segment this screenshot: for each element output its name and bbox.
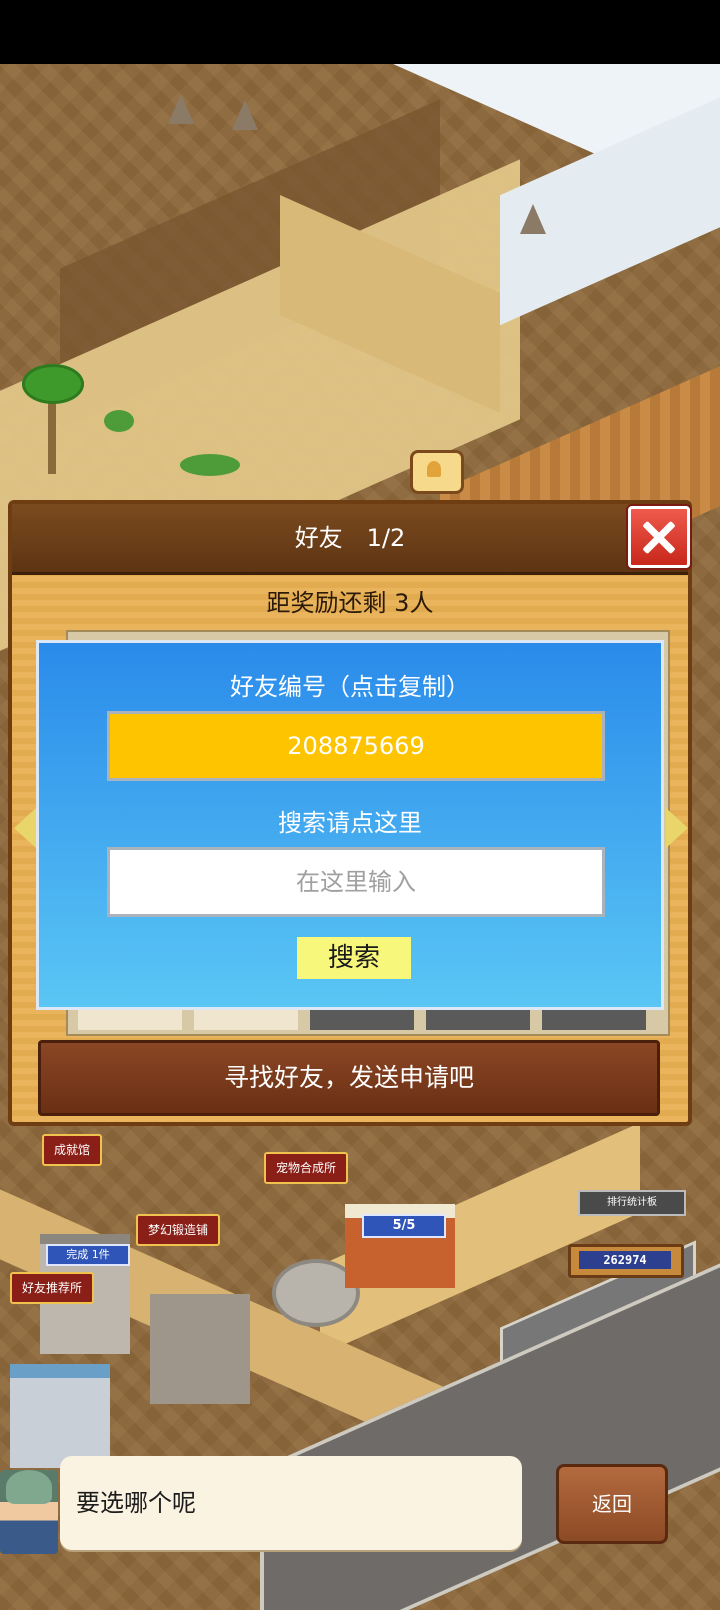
friend-slot[interactable]: [426, 1008, 530, 1030]
dream-forge-building[interactable]: [150, 1294, 250, 1404]
dream-forge-sign[interactable]: 梦幻锻造铺: [136, 1214, 221, 1246]
dialog-text: 要选哪个呢: [76, 1489, 196, 1517]
friend-id-box[interactable]: 208875669: [107, 711, 605, 781]
reward-remaining-text: 距奖励还剩 3人: [266, 589, 434, 617]
back-button[interactable]: 返回: [556, 1464, 668, 1544]
friend-recommend-sign[interactable]: 好友推荐所: [10, 1272, 95, 1304]
guide-character-avatar: [0, 1470, 58, 1554]
complete-badge: 完成 1件: [46, 1244, 130, 1266]
rock-icon: [232, 100, 258, 130]
find-friends-button[interactable]: 寻找好友，发送申请吧: [38, 1040, 660, 1116]
achievement-hall-sign[interactable]: 成就馆: [42, 1134, 103, 1166]
score-value: 262974: [579, 1251, 671, 1269]
status-bar: [0, 0, 720, 64]
friend-search-input[interactable]: [107, 847, 605, 917]
search-button[interactable]: 搜索: [297, 937, 411, 979]
ranking-board-sign[interactable]: 排行统计板: [578, 1190, 686, 1216]
dialog-bubble: 要选哪个呢: [60, 1456, 522, 1550]
visitor-thought-icon[interactable]: [410, 450, 464, 494]
rock-icon: [168, 94, 194, 124]
friend-slot[interactable]: [78, 1008, 182, 1030]
panel-header: 好友 1/2: [12, 504, 690, 575]
close-icon[interactable]: [628, 506, 690, 568]
friend-slot[interactable]: [194, 1008, 298, 1030]
bush-icon: [180, 454, 240, 476]
search-label: 搜索请点这里: [278, 809, 422, 837]
next-page-arrow-icon[interactable]: [666, 808, 688, 848]
friend-slot[interactable]: [310, 1008, 414, 1030]
friend-recommend-building[interactable]: [10, 1364, 110, 1468]
capacity-badge: 5/5: [362, 1214, 446, 1238]
palm-tree-icon: [22, 364, 84, 404]
friend-slot[interactable]: [542, 1008, 646, 1030]
friend-code-dialog: 好友编号（点击复制） 208875669 搜索请点这里 搜索: [36, 640, 664, 1010]
score-board[interactable]: 262974: [568, 1244, 684, 1278]
panel-title: 好友 1/2: [294, 524, 406, 552]
pet-synthesis-sign[interactable]: 宠物合成所: [264, 1152, 349, 1184]
friend-id-label: 好友编号（点击复制）: [230, 673, 470, 701]
bush-icon: [104, 410, 134, 432]
previous-page-arrow-icon[interactable]: [14, 808, 36, 848]
